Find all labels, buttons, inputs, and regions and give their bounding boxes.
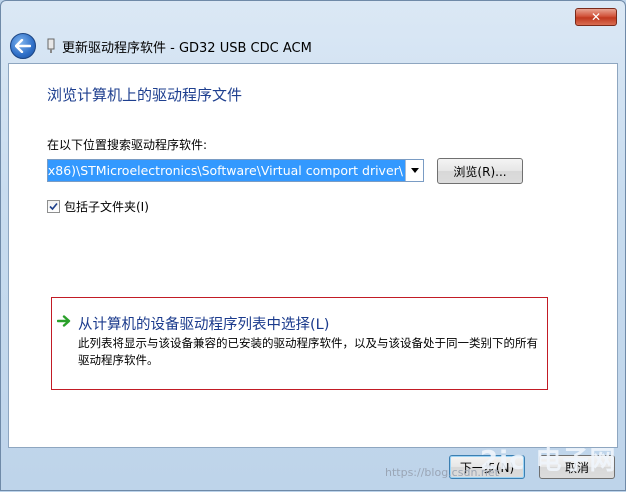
- page-heading: 浏览计算机上的驱动程序文件: [47, 86, 243, 104]
- title-bar: 更新驱动程序软件 - GD32 USB CDC ACM: [1, 29, 625, 63]
- pick-from-list-option[interactable]: 从计算机的设备驱动程序列表中选择(L) 此列表将显示与该设备兼容的已安装的驱动程…: [51, 297, 548, 390]
- device-icon: [44, 37, 58, 55]
- include-subfolders-row[interactable]: 包括子文件夹(I): [47, 198, 149, 215]
- pick-option-description: 此列表将显示与该设备兼容的已安装的驱动程序软件，以及与该设备处于同一类别下的所有…: [78, 336, 538, 367]
- window-title: 更新驱动程序软件 - GD32 USB CDC ACM: [62, 40, 312, 56]
- chevron-down-icon: [410, 168, 419, 173]
- content-panel: 浏览计算机上的驱动程序文件 在以下位置搜索驱动程序软件: es (x86)\ST…: [8, 63, 618, 448]
- back-button[interactable]: [10, 33, 36, 59]
- include-subfolders-label: 包括子文件夹(I): [64, 200, 149, 214]
- combo-dropdown-button[interactable]: [405, 160, 423, 181]
- path-combobox[interactable]: es (x86)\STMicroelectronics\Software\Vir…: [47, 159, 424, 182]
- site-watermark: 2ic 电子网: [480, 446, 617, 476]
- checkmark-icon: [49, 202, 58, 211]
- back-arrow-icon: [15, 39, 31, 53]
- green-arrow-icon: [57, 315, 71, 327]
- search-location-label: 在以下位置搜索驱动程序软件:: [47, 138, 208, 152]
- pick-option-title[interactable]: 从计算机的设备驱动程序列表中选择(L): [78, 313, 329, 334]
- close-button[interactable]: ✕: [575, 8, 617, 26]
- browse-button[interactable]: 浏览(R)...: [437, 158, 523, 184]
- dialog-window: ✕ 更新驱动程序软件 - GD32 USB CDC ACM 浏览计算机上的驱动程…: [0, 0, 626, 491]
- close-icon: ✕: [590, 10, 602, 24]
- include-subfolders-checkbox[interactable]: [47, 200, 60, 213]
- path-input[interactable]: es (x86)\STMicroelectronics\Software\Vir…: [48, 160, 405, 181]
